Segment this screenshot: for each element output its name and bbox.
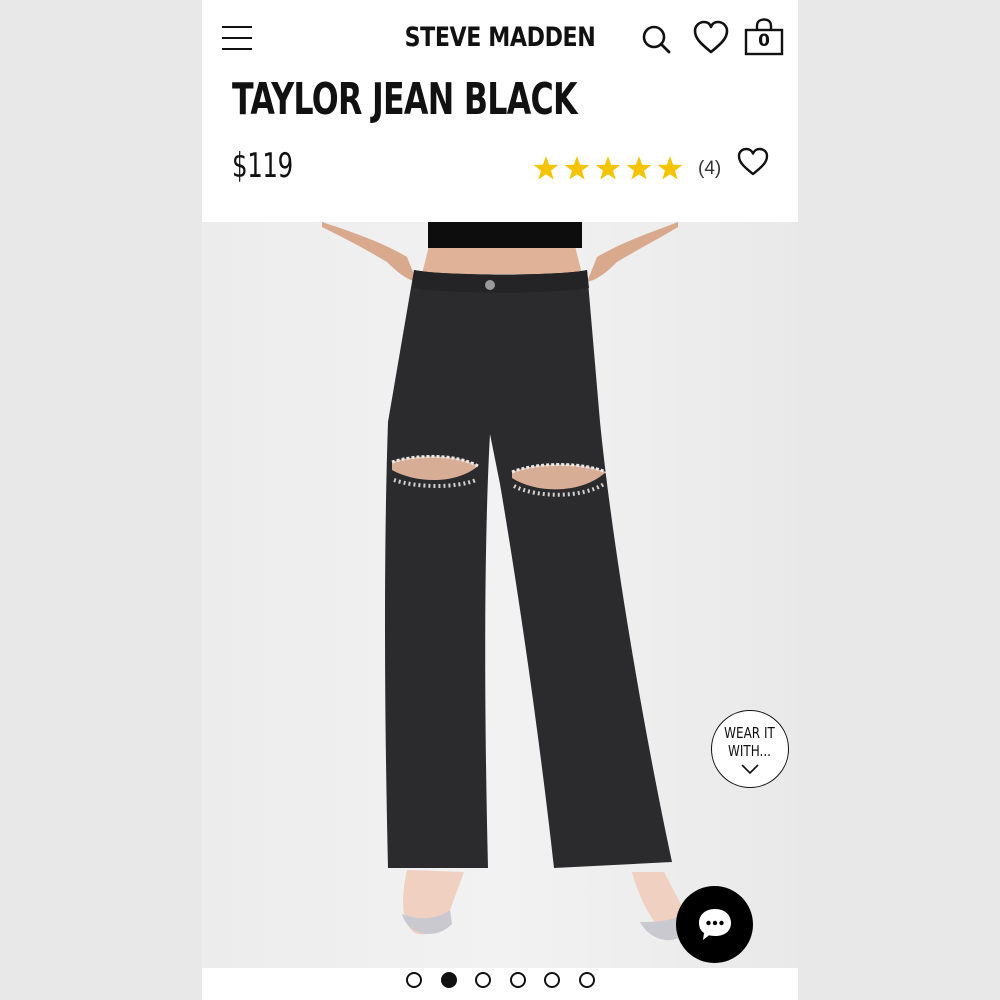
shopping-bag-button[interactable]: 0: [742, 18, 786, 58]
background-right: [798, 0, 1000, 1000]
heart-icon[interactable]: [692, 18, 730, 58]
review-count[interactable]: (4): [698, 158, 721, 180]
star-icon: [657, 156, 683, 180]
search-icon[interactable]: [640, 18, 672, 58]
wear-it-line1: WEAR IT: [724, 724, 775, 742]
site-header: STEVE MADDEN 0: [202, 0, 798, 76]
menu-icon[interactable]: [222, 26, 252, 52]
background-left: [0, 0, 202, 1000]
pagination-dot[interactable]: [440, 972, 457, 988]
product-image[interactable]: WEAR IT WITH...: [202, 222, 798, 968]
chevron-down-icon: [741, 764, 759, 775]
star-icon: [595, 156, 621, 180]
product-title: TAYLOR JEAN BLACK: [232, 74, 578, 125]
pagination-dot[interactable]: [475, 972, 491, 988]
pagination-dot[interactable]: [406, 972, 422, 988]
jeans-illustration: [322, 222, 689, 941]
pagination-dot[interactable]: [578, 972, 595, 988]
star-icon: [533, 156, 559, 180]
cart-count: 0: [758, 31, 770, 51]
star-icon: [564, 156, 590, 180]
star-icon: [626, 156, 652, 180]
chat-button[interactable]: [676, 886, 753, 963]
mobile-page: STEVE MADDEN 0 TAYLOR JEAN BLACK $119 (4…: [202, 0, 798, 1000]
pagination-dot[interactable]: [509, 972, 526, 988]
pagination-dot[interactable]: [544, 972, 560, 988]
wear-it-line2: WITH...: [728, 742, 771, 760]
wear-it-with-button[interactable]: WEAR IT WITH...: [711, 710, 789, 788]
wishlist-heart-icon[interactable]: [736, 146, 770, 178]
star-rating[interactable]: [532, 155, 684, 183]
image-pagination: [202, 968, 798, 1000]
product-price: $119: [232, 146, 293, 186]
chat-bubble-icon: [699, 909, 731, 940]
